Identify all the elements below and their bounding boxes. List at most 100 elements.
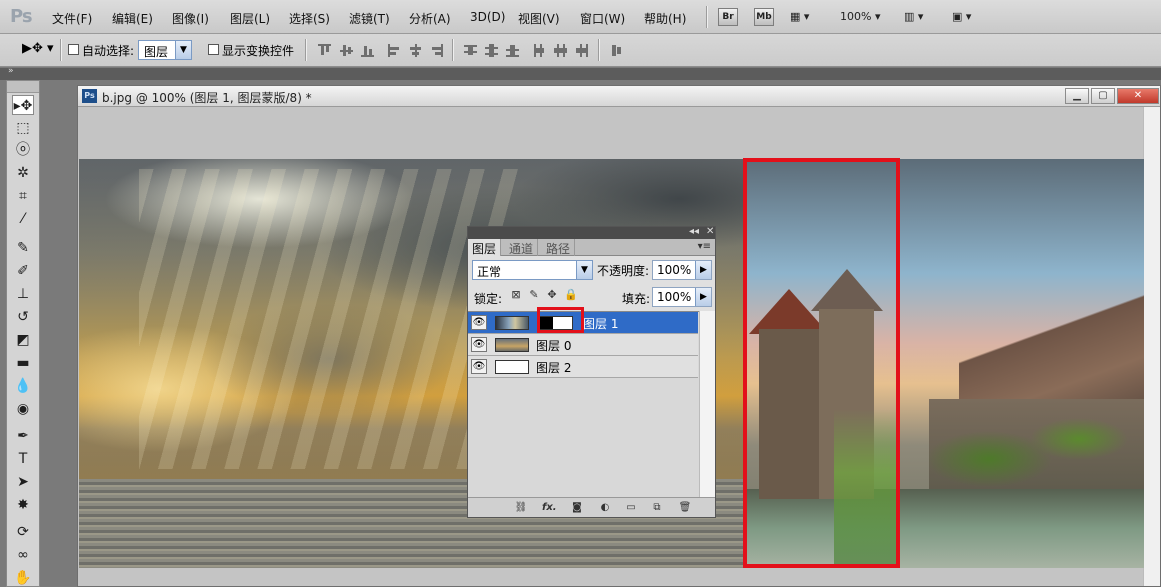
trash-icon[interactable]: 🗑 <box>678 501 692 515</box>
show-transform-checkbox[interactable] <box>208 44 219 55</box>
lock-all-icon[interactable]: 🔒 <box>564 289 578 301</box>
minimize-button[interactable]: ▁ <box>1065 88 1089 104</box>
distribute-vcenter-icon[interactable] <box>485 44 498 57</box>
document-title-bar[interactable]: Ps b.jpg @ 100% (图层 1, 图层蒙版/8) * ▁ ▢ ✕ <box>78 86 1160 107</box>
auto-select-target-select[interactable]: 图层 ▼ <box>138 40 192 60</box>
tab-layers[interactable]: 图层 <box>468 239 502 256</box>
menu-file[interactable]: 文件(F) <box>52 10 92 27</box>
visibility-eye-icon[interactable]: 👁 <box>471 359 487 374</box>
photoshop-logo: Ps <box>10 6 33 27</box>
menu-filter[interactable]: 滤镜(T) <box>349 10 390 27</box>
tab-channels[interactable]: 通道 <box>505 239 539 256</box>
menu-analysis[interactable]: 分析(A) <box>409 10 451 27</box>
mini-bridge-button[interactable]: Mb <box>754 8 774 26</box>
opacity-field[interactable]: 100% ▶ <box>652 260 712 280</box>
menu-layer[interactable]: 图层(L) <box>230 10 270 27</box>
move-tool-icon[interactable]: ▸✥ <box>12 95 34 115</box>
visibility-eye-icon[interactable]: 👁 <box>471 315 487 330</box>
link-icon[interactable]: ⛓ <box>514 501 528 515</box>
align-hcenter-icon[interactable] <box>409 44 422 57</box>
vertical-scrollbar[interactable] <box>1143 107 1160 586</box>
distribute-right-icon[interactable] <box>575 44 588 57</box>
eraser-tool-icon[interactable]: ◩ <box>12 330 34 350</box>
maximize-button[interactable]: ▢ <box>1091 88 1115 104</box>
tab-paths[interactable]: 路径 <box>542 239 576 256</box>
menu-help[interactable]: 帮助(H) <box>644 10 686 27</box>
zoom-level-dropdown[interactable]: 100% ▾ <box>840 10 880 23</box>
bridge-button[interactable]: Br <box>718 8 738 26</box>
auto-align-layers-icon[interactable] <box>610 44 623 57</box>
path-selection-tool-icon[interactable]: ➤ <box>12 472 34 492</box>
lasso-tool-icon[interactable]: ⓞ <box>12 140 34 160</box>
menu-view[interactable]: 视图(V) <box>518 10 560 27</box>
gradient-tool-icon[interactable]: ▬ <box>12 353 34 373</box>
group-icon[interactable]: ▭ <box>624 501 638 515</box>
panel-header[interactable]: ◂◂ ✕ <box>468 226 715 239</box>
lock-transparency-icon[interactable]: ⊠ <box>510 289 522 301</box>
divider <box>305 39 306 61</box>
distribute-bottom-icon[interactable] <box>506 44 519 57</box>
align-left-icon[interactable] <box>388 44 401 57</box>
menu-window[interactable]: 窗口(W) <box>580 10 625 27</box>
magic-wand-tool-icon[interactable]: ✲ <box>12 163 34 183</box>
align-vcenter-icon[interactable] <box>340 44 353 57</box>
healing-brush-tool-icon[interactable]: ✎ <box>12 238 34 258</box>
marquee-tool-icon[interactable]: ⬚ <box>12 118 34 138</box>
3d-rotate-tool-icon[interactable]: ⟳ <box>12 522 34 542</box>
adjustment-icon[interactable]: ◐ <box>598 501 612 515</box>
toolbox: ▸✥ ⬚ ⓞ ✲ ⌗ ⁄ ✎ ✐ ⊥ ↺ ◩ ▬ 💧 ◉ ✒ T ➤ ✸ ⟳ ∞… <box>6 80 40 587</box>
visibility-eye-icon[interactable]: 👁 <box>471 337 487 352</box>
distribute-left-icon[interactable] <box>533 44 546 57</box>
menu-bar: Ps 文件(F) 编辑(E) 图像(I) 图层(L) 选择(S) 滤镜(T) 分… <box>0 0 1161 34</box>
fx-icon[interactable]: fx. <box>542 501 557 515</box>
mask-icon[interactable]: ◙ <box>570 501 584 515</box>
sun-rays-image <box>139 169 519 469</box>
distribute-hcenter-icon[interactable] <box>554 44 567 57</box>
hand-tool-icon[interactable]: ✋ <box>12 568 34 587</box>
3d-orbit-tool-icon[interactable]: ∞ <box>12 545 34 565</box>
crop-tool-icon[interactable]: ⌗ <box>12 186 34 206</box>
layer-list-scrollbar[interactable] <box>699 311 715 497</box>
history-brush-tool-icon[interactable]: ↺ <box>12 307 34 327</box>
eyedropper-tool-icon[interactable]: ⁄ <box>12 209 34 229</box>
shape-tool-icon[interactable]: ✸ <box>12 495 34 515</box>
menu-select[interactable]: 选择(S) <box>289 10 330 27</box>
auto-select-checkbox[interactable] <box>68 44 79 55</box>
lock-pixels-icon[interactable]: ✎ <box>528 289 540 301</box>
chevron-right-icon[interactable]: ▶ <box>695 261 711 279</box>
blend-mode-select[interactable]: 正常 ▼ <box>472 260 593 280</box>
collapse-icon[interactable]: » <box>8 66 14 76</box>
blur-tool-icon[interactable]: 💧 <box>12 376 34 396</box>
menu-3d[interactable]: 3D(D) <box>470 10 505 24</box>
brush-tool-icon[interactable]: ✐ <box>12 261 34 281</box>
new-layer-icon[interactable]: ⧉ <box>650 501 664 515</box>
align-bottom-icon[interactable] <box>361 44 374 57</box>
chevron-down-icon: ▼ <box>175 41 191 59</box>
align-top-icon[interactable] <box>318 44 331 57</box>
dodge-tool-icon[interactable]: ◉ <box>12 399 34 419</box>
clone-stamp-tool-icon[interactable]: ⊥ <box>12 284 34 304</box>
distribute-top-icon[interactable] <box>464 44 477 57</box>
menu-edit[interactable]: 编辑(E) <box>112 10 153 27</box>
chevron-right-icon[interactable]: ▶ <box>695 288 711 306</box>
panel-tabs: 图层 通道 路径 ▾≡ <box>468 239 715 256</box>
lock-position-icon[interactable]: ✥ <box>546 289 558 301</box>
arrange-documents-dropdown[interactable]: ▥ ▾ <box>904 10 923 23</box>
zoom-level: 100% <box>840 10 872 23</box>
close-button[interactable]: ✕ <box>1117 88 1159 104</box>
move-tool-preset[interactable]: ▶✥ ▾ <box>22 41 54 56</box>
layer-row-2[interactable]: 👁 图层 2 <box>468 356 698 378</box>
fill-field[interactable]: 100% ▶ <box>652 287 712 307</box>
screen-mode-dropdown[interactable]: ▣ ▾ <box>952 10 971 23</box>
pen-tool-icon[interactable]: ✒ <box>12 426 34 446</box>
align-right-icon[interactable] <box>430 44 443 57</box>
panel-menu-icon[interactable]: ▾≡ <box>698 241 711 252</box>
view-extras-dropdown[interactable]: ▦ ▾ <box>790 10 809 23</box>
type-tool-icon[interactable]: T <box>12 449 34 469</box>
photoshop-document-icon: Ps <box>82 89 97 103</box>
toolbox-grip[interactable] <box>7 81 39 93</box>
close-panel-icon[interactable]: ✕ <box>706 226 714 237</box>
collapse-panel-icon[interactable]: ◂◂ <box>689 226 699 237</box>
menu-image[interactable]: 图像(I) <box>172 10 209 27</box>
layer-row-0[interactable]: 👁 图层 0 <box>468 334 698 356</box>
